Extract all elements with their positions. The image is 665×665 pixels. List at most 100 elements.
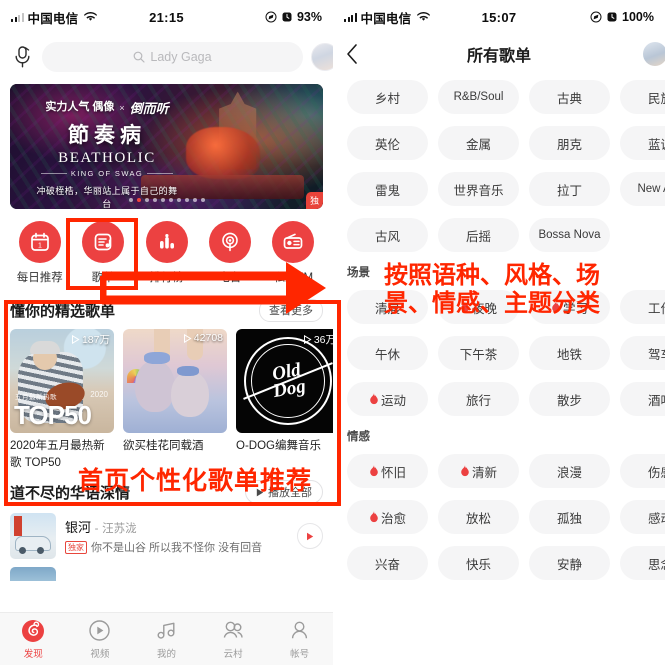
tag-row: 运动 旅行 散步 酒吧 bbox=[333, 382, 665, 416]
tag-chip[interactable]: 酒吧 bbox=[620, 382, 665, 416]
banner-line1-x: × bbox=[119, 102, 125, 113]
tag-chip[interactable]: 雷鬼 bbox=[347, 172, 428, 206]
tag-chip[interactable]: 安静 bbox=[529, 546, 610, 580]
tag-label: 兴奋 bbox=[374, 557, 400, 572]
tag-chip[interactable]: 古典 bbox=[529, 80, 610, 114]
tag-chip[interactable]: 散步 bbox=[529, 382, 610, 416]
tag-chip[interactable]: 英伦 bbox=[347, 126, 428, 160]
tag-chip[interactable]: 拉丁 bbox=[529, 172, 610, 206]
tag-chip[interactable]: 浪漫 bbox=[529, 454, 610, 488]
tag-chip[interactable]: 运动 bbox=[347, 382, 428, 416]
tag-label: 金属 bbox=[465, 137, 491, 152]
tag-label: 放松 bbox=[465, 511, 491, 526]
flame-hot-icon bbox=[552, 301, 560, 313]
tab-mine[interactable]: 我的 bbox=[133, 619, 200, 660]
tag-chip[interactable]: 清新 bbox=[438, 454, 519, 488]
tag-chip[interactable]: 朋克 bbox=[529, 126, 610, 160]
banner-dots[interactable] bbox=[10, 198, 323, 202]
banner-carousel[interactable]: 实力人气 偶像 × 倒而听 節奏病 BEATHOLIC KING OF SWAG… bbox=[0, 80, 333, 209]
tag-row: 午休 下午茶 地铁 驾车 bbox=[333, 336, 665, 370]
playlist-card[interactable]: 42708 欲买桂花同载酒 bbox=[123, 329, 227, 471]
quick-entry-personal-fm[interactable]: 私人FM bbox=[262, 221, 325, 285]
tab-label: 发现 bbox=[23, 648, 43, 660]
avatar[interactable] bbox=[311, 43, 333, 71]
tag-label: 雷鬼 bbox=[374, 183, 400, 198]
chevron-left-icon[interactable] bbox=[345, 43, 367, 65]
playlist-card[interactable]: 五月最新热歌 2020 TOP50 187万 2020年五月最热新歌 TOP50 bbox=[10, 329, 114, 471]
tag-row: 治愈 放松 孤独 感动 bbox=[333, 500, 665, 534]
tag-chip[interactable]: 地铁 bbox=[529, 336, 610, 370]
flame-hot-icon bbox=[370, 465, 378, 477]
tag-label: 伤感 bbox=[647, 465, 665, 480]
tab-video[interactable]: 视频 bbox=[67, 619, 134, 660]
search-input[interactable]: Lady Gaga bbox=[42, 42, 303, 72]
chinese-songs-section: 道不尽的华语深情 播放全部 银河 - 汪苏泷 独家 你不是山谷 所以我不怪你 没… bbox=[0, 471, 333, 582]
quick-entry-radio[interactable]: 电台 bbox=[198, 221, 261, 285]
tag-chip[interactable]: New Age bbox=[620, 172, 665, 206]
tag-chip[interactable]: 驾车 bbox=[620, 336, 665, 370]
tag-chip[interactable]: 思念 bbox=[620, 546, 665, 580]
cover-logo-text: Old Dog bbox=[270, 359, 308, 403]
banner-title: 節奏病 bbox=[68, 124, 146, 147]
tag-chip[interactable]: 怀旧 bbox=[347, 454, 428, 488]
carrier-label: 中国电信 bbox=[360, 11, 412, 26]
view-more-button[interactable]: 查看更多 bbox=[259, 298, 323, 322]
play-triangle-icon bbox=[71, 335, 80, 344]
playlist-cover[interactable]: 42708 bbox=[123, 329, 227, 433]
banner-slide[interactable]: 实力人气 偶像 × 倒而听 節奏病 BEATHOLIC KING OF SWAG… bbox=[10, 84, 323, 209]
tag-chip[interactable]: 放松 bbox=[438, 500, 519, 534]
tag-chip[interactable]: 后摇 bbox=[438, 218, 519, 252]
tag-group-label: 情感 bbox=[347, 431, 370, 443]
playlist-card[interactable]: Old Dog 36万 O-DOG编舞音乐 bbox=[236, 329, 333, 471]
wifi-icon bbox=[417, 12, 431, 22]
section-header: 道不尽的华语深情 播放全部 bbox=[10, 479, 323, 505]
tag-label: 驾车 bbox=[647, 347, 665, 362]
play-all-button[interactable]: 播放全部 bbox=[245, 480, 323, 505]
tag-chip[interactable]: R&B/Soul bbox=[438, 80, 519, 114]
tag-label: 民族 bbox=[647, 91, 665, 106]
tab-community[interactable]: 云村 bbox=[200, 619, 267, 660]
song-list-item[interactable]: 银河 - 汪苏泷 独家 你不是山谷 所以我不怪你 没有回音 bbox=[10, 513, 323, 560]
tag-chip[interactable]: 蓝调 bbox=[620, 126, 665, 160]
quick-entry-playlist[interactable]: 歌单 bbox=[71, 221, 134, 285]
tag-label: 学习 bbox=[562, 301, 588, 316]
tag-chip[interactable]: 治愈 bbox=[347, 500, 428, 534]
status-left-group: 中国电信 bbox=[11, 8, 98, 27]
flame-hot-icon bbox=[461, 465, 469, 477]
tag-chip[interactable]: Bossa Nova bbox=[529, 218, 610, 252]
tag-chip[interactable]: 清晨 bbox=[347, 290, 428, 324]
tag-chip[interactable]: 感动 bbox=[620, 500, 665, 534]
tag-chip[interactable]: 下午茶 bbox=[438, 336, 519, 370]
tab-account[interactable]: 帐号 bbox=[266, 619, 333, 660]
tag-chip[interactable]: 兴奋 bbox=[347, 546, 428, 580]
quick-entry-ranking[interactable]: 排行榜 bbox=[135, 221, 198, 285]
playlist-cover[interactable]: Old Dog 36万 bbox=[236, 329, 333, 433]
song-play-button[interactable] bbox=[297, 523, 323, 550]
playlist-cover[interactable]: 五月最新热歌 2020 TOP50 187万 bbox=[10, 329, 114, 433]
avatar[interactable] bbox=[643, 42, 665, 66]
play-triangle-icon bbox=[256, 488, 264, 497]
quick-entry-daily[interactable]: 1 每日推荐 bbox=[8, 221, 71, 285]
tag-label: 夜晚 bbox=[471, 301, 497, 316]
tag-chip[interactable]: 古风 bbox=[347, 218, 428, 252]
tag-chip[interactable]: 快乐 bbox=[438, 546, 519, 580]
tag-chip[interactable]: 金属 bbox=[438, 126, 519, 160]
cover-wheel-shape bbox=[19, 547, 26, 555]
tag-chip[interactable]: 学习 bbox=[529, 290, 610, 324]
tag-chip[interactable]: 孤独 bbox=[529, 500, 610, 534]
tag-chip[interactable]: 工作 bbox=[620, 290, 665, 324]
tag-chip[interactable]: 旅行 bbox=[438, 382, 519, 416]
voice-mic-icon[interactable] bbox=[10, 44, 34, 70]
tag-chip[interactable]: 世界音乐 bbox=[438, 172, 519, 206]
tag-chip[interactable]: 民族 bbox=[620, 80, 665, 114]
cover-year-text: 2020 bbox=[90, 390, 108, 399]
tag-chip[interactable]: 伤感 bbox=[620, 454, 665, 488]
tag-chip[interactable]: 夜晚 bbox=[438, 290, 519, 324]
tag-label: 快乐 bbox=[465, 557, 491, 572]
tag-chip[interactable]: 午休 bbox=[347, 336, 428, 370]
tab-discover[interactable]: 发现 bbox=[0, 619, 67, 660]
tag-chip[interactable]: 乡村 bbox=[347, 80, 428, 114]
quick-entry-label: 歌单 bbox=[91, 272, 115, 284]
play-count-value: 187万 bbox=[81, 334, 110, 346]
tag-label: 思念 bbox=[647, 557, 665, 572]
